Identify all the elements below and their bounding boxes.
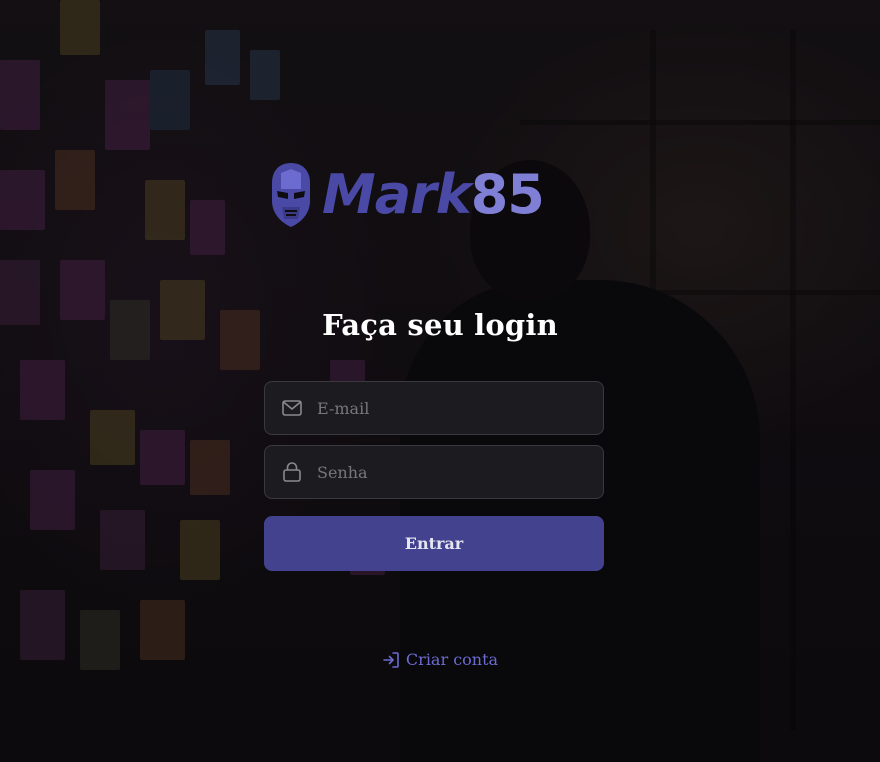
email-input[interactable] xyxy=(317,398,603,418)
brand-logo: Mark85 xyxy=(268,160,604,230)
brand-name: Mark85 xyxy=(322,168,545,222)
brand-name-secondary: 85 xyxy=(470,163,545,226)
mail-icon xyxy=(265,381,319,435)
log-in-icon xyxy=(382,651,400,669)
create-account-link[interactable]: Criar conta xyxy=(0,650,880,669)
email-field[interactable] xyxy=(264,381,604,435)
page-title: Faça seu login xyxy=(322,308,558,342)
password-input[interactable] xyxy=(317,462,603,482)
create-account-label: Criar conta xyxy=(405,650,499,669)
lock-icon xyxy=(265,445,319,499)
password-field[interactable] xyxy=(264,445,604,499)
login-page: Mark85 Faça seu login Entrar xyxy=(0,0,880,762)
brand-name-primary: Mark xyxy=(322,163,472,226)
iron-helmet-icon xyxy=(272,163,310,227)
login-button[interactable]: Entrar xyxy=(264,516,604,571)
